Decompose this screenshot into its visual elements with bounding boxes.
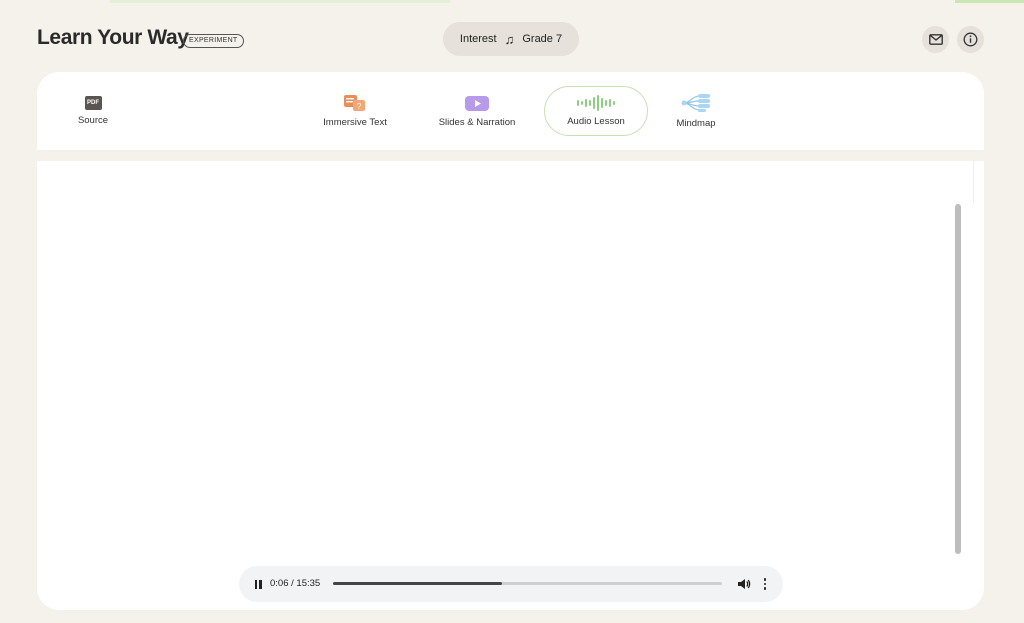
tab-mindmap-label: Mindmap bbox=[676, 118, 716, 129]
slides-play-icon bbox=[465, 95, 489, 111]
svg-text:?: ? bbox=[357, 102, 362, 111]
info-button[interactable] bbox=[957, 26, 984, 53]
app-title: Learn Your Way bbox=[37, 26, 189, 49]
progress-fill bbox=[333, 582, 503, 585]
playback-time: 0:06 / 15:35 bbox=[270, 578, 321, 589]
experiment-badge: EXPERIMENT bbox=[183, 34, 244, 48]
mindmap-icon bbox=[681, 94, 710, 112]
tab-immersive-text-label: Immersive Text bbox=[323, 117, 387, 128]
tab-audio-lesson[interactable]: Audio Lesson bbox=[544, 86, 648, 136]
interest-label: Interest bbox=[459, 33, 497, 45]
tab-slides-narration[interactable]: Slides & Narration bbox=[432, 86, 522, 136]
divider bbox=[37, 150, 984, 161]
progress-slider[interactable] bbox=[333, 582, 722, 585]
content-panel: PDF Source ? Immersive Text Slides & Nar… bbox=[37, 72, 984, 610]
scrollbar[interactable] bbox=[955, 204, 961, 554]
audio-player: 0:06 / 15:35 bbox=[239, 566, 783, 602]
pdf-icon: PDF bbox=[84, 96, 102, 110]
preferences-pill[interactable]: Interest ♫ Grade 7 bbox=[443, 22, 579, 56]
volume-icon[interactable] bbox=[737, 577, 751, 591]
tab-mindmap[interactable]: Mindmap bbox=[661, 86, 731, 136]
tab-immersive-text[interactable]: ? Immersive Text bbox=[315, 86, 395, 136]
format-tabs: PDF Source ? Immersive Text Slides & Nar… bbox=[37, 72, 984, 150]
music-note-icon: ♫ bbox=[504, 31, 515, 47]
tab-source[interactable]: PDF Source bbox=[53, 86, 133, 136]
mail-icon bbox=[928, 34, 943, 45]
mail-button[interactable] bbox=[922, 26, 949, 53]
info-icon bbox=[963, 32, 978, 47]
immersive-text-icon: ? bbox=[344, 95, 365, 111]
grade-label: Grade 7 bbox=[522, 33, 563, 45]
tab-audio-lesson-label: Audio Lesson bbox=[567, 116, 625, 127]
top-progress-strip bbox=[0, 0, 1024, 4]
more-options-icon[interactable] bbox=[760, 577, 770, 591]
audio-wave-icon bbox=[577, 95, 615, 111]
pause-button[interactable] bbox=[251, 577, 265, 591]
divider bbox=[973, 161, 974, 203]
tab-slides-narration-label: Slides & Narration bbox=[438, 116, 516, 128]
tab-source-label: Source bbox=[77, 115, 109, 126]
